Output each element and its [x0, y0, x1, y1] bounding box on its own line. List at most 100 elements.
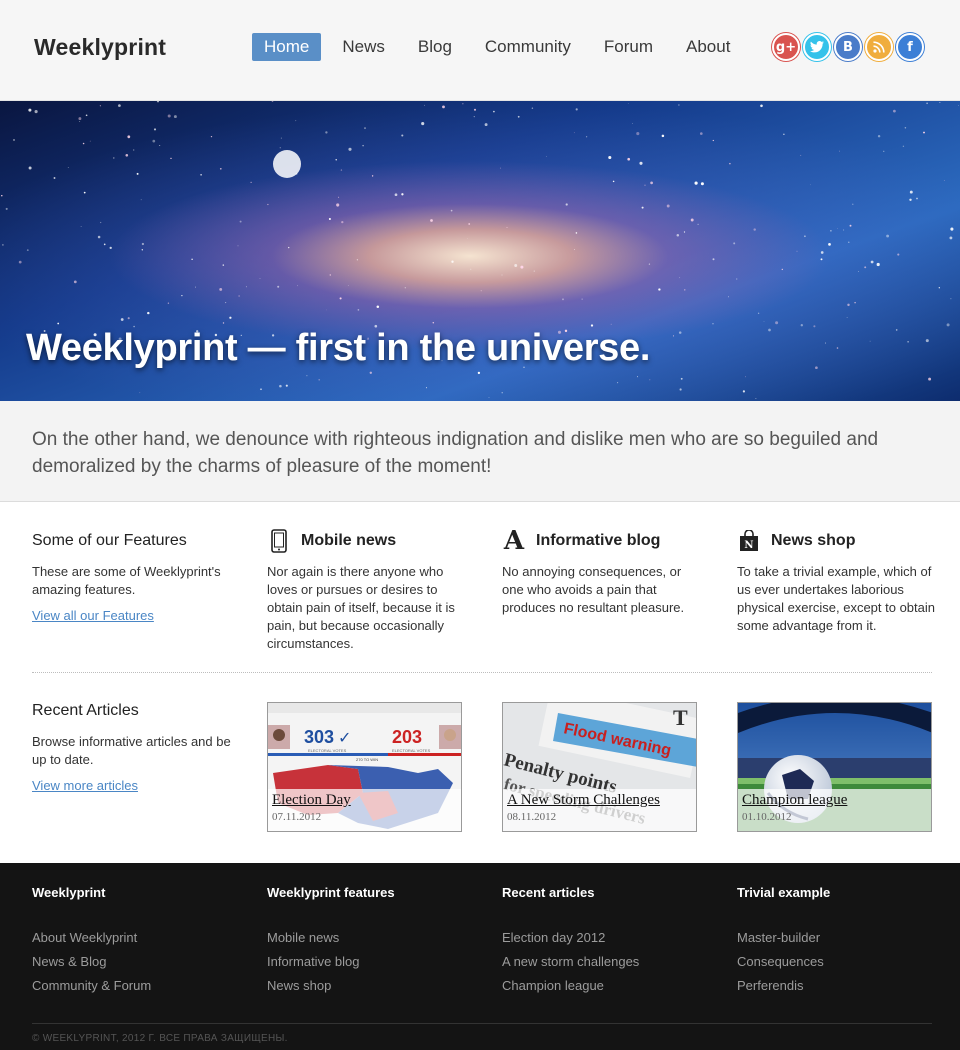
twitter-icon[interactable] [803, 33, 831, 61]
star [222, 322, 225, 324]
star [2, 244, 4, 246]
star [925, 339, 929, 343]
star [326, 309, 327, 311]
star [80, 226, 82, 227]
article-title[interactable]: Champion league [742, 792, 927, 809]
star [843, 229, 845, 231]
star [697, 223, 699, 225]
star [285, 384, 288, 387]
articles-title: Recent Articles [32, 702, 139, 719]
star [923, 131, 925, 134]
star [271, 101, 274, 102]
footer-link[interactable]: Informative blog [267, 950, 467, 974]
footer-link[interactable]: Master-builder [737, 926, 937, 950]
star [159, 144, 161, 147]
vk-icon[interactable]: B [834, 33, 862, 61]
article-card-storm[interactable]: Flood warning Penalty points for speedin… [502, 702, 697, 832]
google-plus-icon[interactable]: g+ [772, 33, 800, 61]
star [573, 132, 575, 134]
star [680, 377, 683, 380]
star [849, 224, 852, 227]
facebook-icon[interactable]: f [896, 33, 924, 61]
star [870, 260, 874, 264]
star [295, 120, 297, 122]
footer-column: Weeklyprint About Weeklyprint News & Blo… [32, 885, 232, 998]
star [97, 235, 101, 239]
footer-link[interactable]: News & Blog [32, 950, 232, 974]
article-title[interactable]: Election Day [272, 792, 457, 809]
footer-link[interactable]: Election day 2012 [502, 926, 702, 950]
view-more-articles-link[interactable]: View more articles [32, 778, 232, 793]
features-title: Some of our Features [32, 532, 187, 549]
footer-link[interactable]: Community & Forum [32, 974, 232, 998]
phone-icon [267, 529, 291, 553]
star [904, 127, 907, 129]
star [800, 324, 803, 327]
star [195, 286, 196, 288]
feature-text: Nor again is there anyone who loves or p… [267, 564, 455, 651]
article-card-champion[interactable]: Champion league 01.10.2012 [737, 702, 932, 832]
star [167, 114, 171, 118]
footer-link[interactable]: Champion league [502, 974, 702, 998]
star [783, 133, 785, 135]
article-title[interactable]: A New Storm Challenges [507, 792, 692, 809]
nav-about[interactable]: About [674, 33, 742, 61]
star [728, 296, 729, 298]
star [279, 147, 281, 149]
star [109, 246, 112, 250]
feature-title: Informative blog [536, 532, 661, 549]
star [650, 181, 653, 185]
star [639, 161, 643, 165]
nav-home[interactable]: Home [252, 33, 322, 61]
star [684, 289, 686, 291]
star [632, 122, 633, 124]
footer-link[interactable]: A new storm challenges [502, 950, 702, 974]
star [245, 286, 247, 288]
star [763, 321, 765, 323]
site-logo[interactable]: Weeklyprint [34, 34, 166, 61]
nav-forum[interactable]: Forum [592, 33, 665, 61]
footer-link[interactable]: Mobile news [267, 926, 467, 950]
star [79, 120, 81, 123]
star [679, 277, 681, 279]
nav-blog[interactable]: Blog [406, 33, 464, 61]
star [847, 303, 850, 307]
star [347, 284, 349, 286]
star [376, 305, 380, 309]
star [401, 193, 404, 196]
star [852, 203, 854, 205]
star [133, 149, 135, 151]
star [5, 207, 8, 210]
star [916, 197, 918, 200]
star [678, 104, 680, 106]
footer-link[interactable]: Consequences [737, 950, 937, 974]
footer-link[interactable]: News shop [267, 974, 467, 998]
footer-link[interactable]: About Weeklyprint [32, 926, 232, 950]
footer-link[interactable]: Perferendis [737, 974, 937, 998]
star [173, 115, 177, 119]
star [451, 260, 454, 263]
article-date: 01.10.2012 [742, 811, 792, 823]
star [672, 335, 675, 337]
star [484, 123, 488, 127]
star [753, 228, 756, 231]
star [644, 184, 646, 186]
star [141, 242, 145, 246]
svg-text:✓: ✓ [338, 728, 351, 747]
star [876, 262, 880, 267]
star [574, 248, 576, 250]
rss-icon[interactable] [865, 33, 893, 61]
star [658, 288, 661, 291]
footer-column-title: Weeklyprint features [267, 885, 395, 900]
section-divider [32, 672, 932, 673]
view-all-features-link[interactable]: View all our Features [32, 608, 232, 623]
star [627, 157, 631, 161]
article-card-election[interactable]: 303 ✓ 203 ELECTORAL VOTES ELECTORAL VOTE… [267, 702, 462, 832]
feature-news-shop: N News shop To take a trivial example, w… [737, 529, 937, 635]
hero-title: Weeklyprint — first in the universe. [26, 327, 651, 369]
star [85, 114, 88, 117]
nav-news[interactable]: News [330, 33, 397, 61]
nav-community[interactable]: Community [473, 33, 583, 61]
footer-column: Recent articles Election day 2012 A new … [502, 885, 702, 998]
footer-column-title: Recent articles [502, 885, 595, 900]
